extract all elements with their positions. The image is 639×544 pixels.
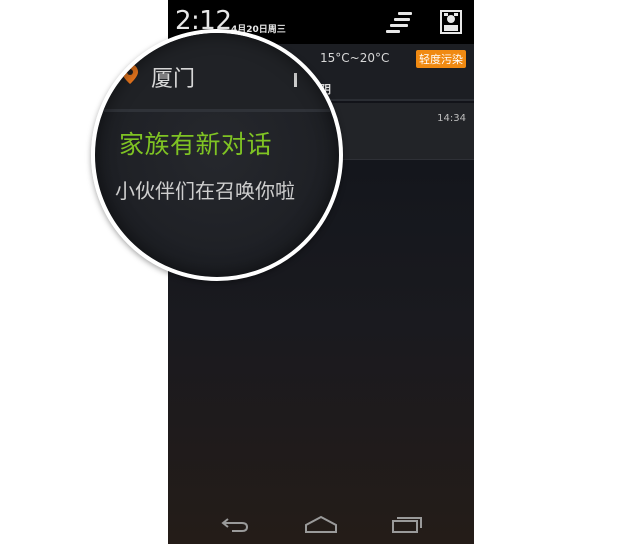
lens-shading (95, 33, 339, 277)
recents-icon[interactable] (391, 514, 423, 534)
pollution-badge: 轻度污染 (416, 50, 466, 68)
magnifier-lens: 厦门 家族有新对话 小伙伴们在召唤你啦 (91, 29, 343, 281)
back-icon[interactable] (220, 514, 250, 534)
navigation-bar (168, 506, 474, 544)
notification-time: 14:34 (437, 113, 466, 124)
quick-settings-icon[interactable] (386, 10, 414, 34)
home-icon[interactable] (304, 514, 338, 534)
settings-icon[interactable] (440, 10, 462, 34)
